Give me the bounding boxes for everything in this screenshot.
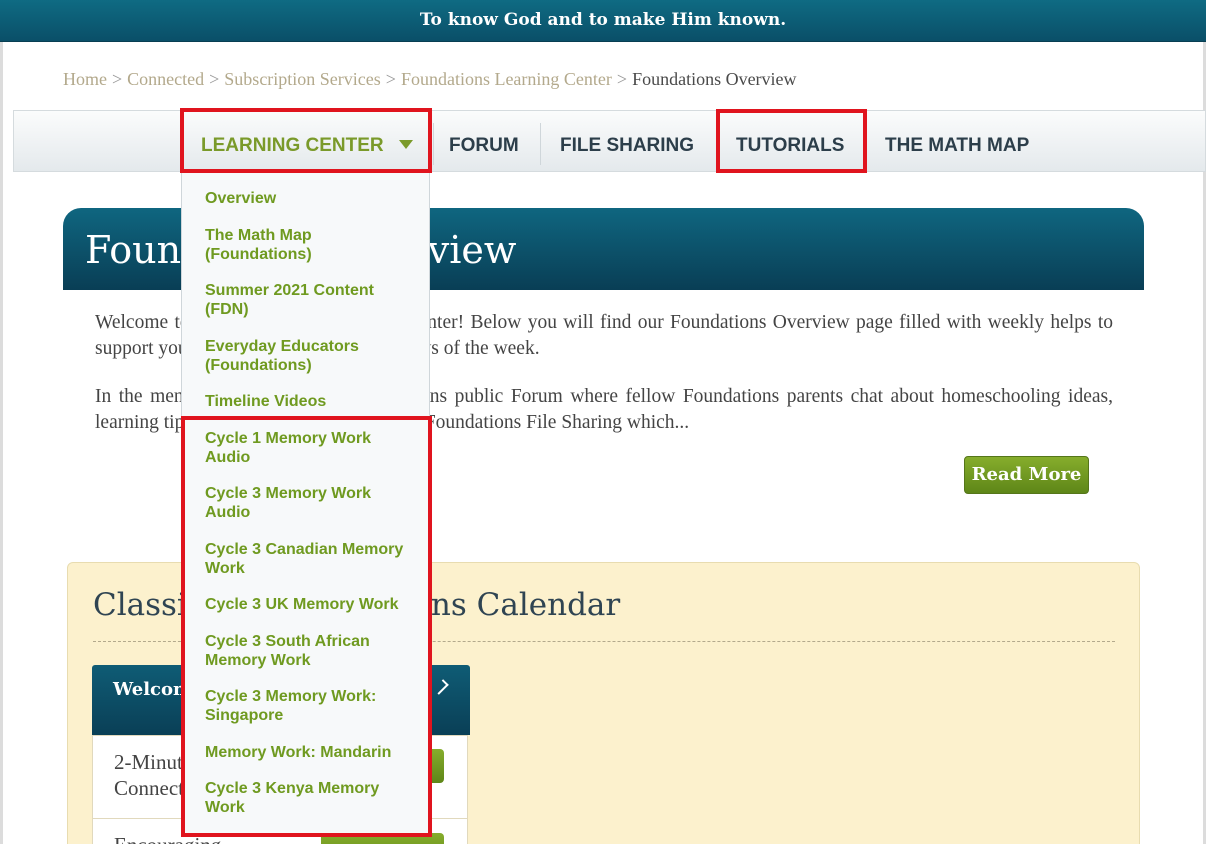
learning-center-dropdown: Overview The Math Map (Foundations) Summ… bbox=[181, 172, 430, 837]
nav-tutorials[interactable]: TUTORIALS bbox=[736, 111, 844, 173]
breadcrumb-separator: > bbox=[209, 69, 220, 89]
main-navbar: LEARNING CENTER FORUM FILE SHARING TUTOR… bbox=[13, 110, 1206, 172]
dropdown-item-cycle3-singapore[interactable]: Cycle 3 Memory Work: Singapore bbox=[205, 687, 420, 725]
breadcrumb-connected[interactable]: Connected bbox=[127, 69, 204, 89]
nav-divider bbox=[433, 123, 434, 165]
dropdown-item-cycle3-audio[interactable]: Cycle 3 Memory Work Audio bbox=[205, 484, 420, 522]
breadcrumb-learning-center[interactable]: Foundations Learning Center bbox=[401, 69, 612, 89]
nav-divider bbox=[718, 123, 719, 165]
nav-tutorials-label: TUTORIALS bbox=[736, 135, 845, 156]
dropdown-item-mandarin[interactable]: Memory Work: Mandarin bbox=[205, 743, 420, 762]
nav-file-sharing-label: FILE SHARING bbox=[560, 135, 695, 156]
nav-forum-label: FORUM bbox=[449, 135, 519, 156]
checkmark-icon bbox=[433, 679, 449, 695]
nav-learning-center[interactable]: LEARNING CENTER bbox=[201, 111, 384, 173]
chevron-down-icon[interactable] bbox=[399, 140, 413, 149]
dropdown-item-cycle3-canadian[interactable]: Cycle 3 Canadian Memory Work bbox=[205, 540, 420, 578]
dropdown-item-everyday-educators[interactable]: Everyday Educators (Foundations) bbox=[205, 337, 420, 375]
page-edge-left bbox=[0, 42, 3, 844]
dropdown-item-summer-2021[interactable]: Summer 2021 Content (FDN) bbox=[205, 281, 420, 319]
breadcrumb-subscription-services[interactable]: Subscription Services bbox=[224, 69, 380, 89]
tagline-text: To know God and to make Him known. bbox=[419, 10, 787, 30]
breadcrumb-separator: > bbox=[112, 69, 123, 89]
dropdown-item-cycle3-uk[interactable]: Cycle 3 UK Memory Work bbox=[205, 595, 420, 614]
dropdown-item-cycle3-south-african[interactable]: Cycle 3 South African Memory Work bbox=[205, 632, 420, 670]
nav-forum[interactable]: FORUM bbox=[449, 111, 519, 173]
dropdown-item-timeline-videos[interactable]: Timeline Videos bbox=[205, 392, 420, 411]
nav-math-map-label: THE MATH MAP bbox=[885, 135, 1030, 156]
dropdown-item-math-map[interactable]: The Math Map (Foundations) bbox=[205, 226, 420, 264]
breadcrumb-current: Foundations Overview bbox=[632, 69, 797, 89]
dropdown-item-overview[interactable]: Overview bbox=[205, 189, 420, 208]
nav-math-map[interactable]: THE MATH MAP bbox=[885, 111, 1029, 173]
read-more-button[interactable]: Read More bbox=[964, 456, 1089, 494]
dropdown-item-cycle1-audio[interactable]: Cycle 1 Memory Work Audio bbox=[205, 429, 420, 467]
nav-learning-center-label: LEARNING CENTER bbox=[201, 135, 384, 156]
breadcrumb-separator: > bbox=[385, 69, 396, 89]
dropdown-item-cycle3-kenya[interactable]: Cycle 3 Kenya Memory Work bbox=[205, 779, 420, 817]
tagline-bar: To know God and to make Him known. bbox=[0, 0, 1206, 42]
nav-file-sharing[interactable]: FILE SHARING bbox=[560, 111, 694, 173]
breadcrumb: Home > Connected > Subscription Services > Fou… bbox=[63, 69, 797, 91]
nav-divider bbox=[866, 123, 867, 165]
breadcrumb-separator: > bbox=[616, 69, 628, 89]
nav-divider bbox=[540, 123, 541, 165]
breadcrumb-home[interactable]: Home bbox=[63, 69, 107, 89]
